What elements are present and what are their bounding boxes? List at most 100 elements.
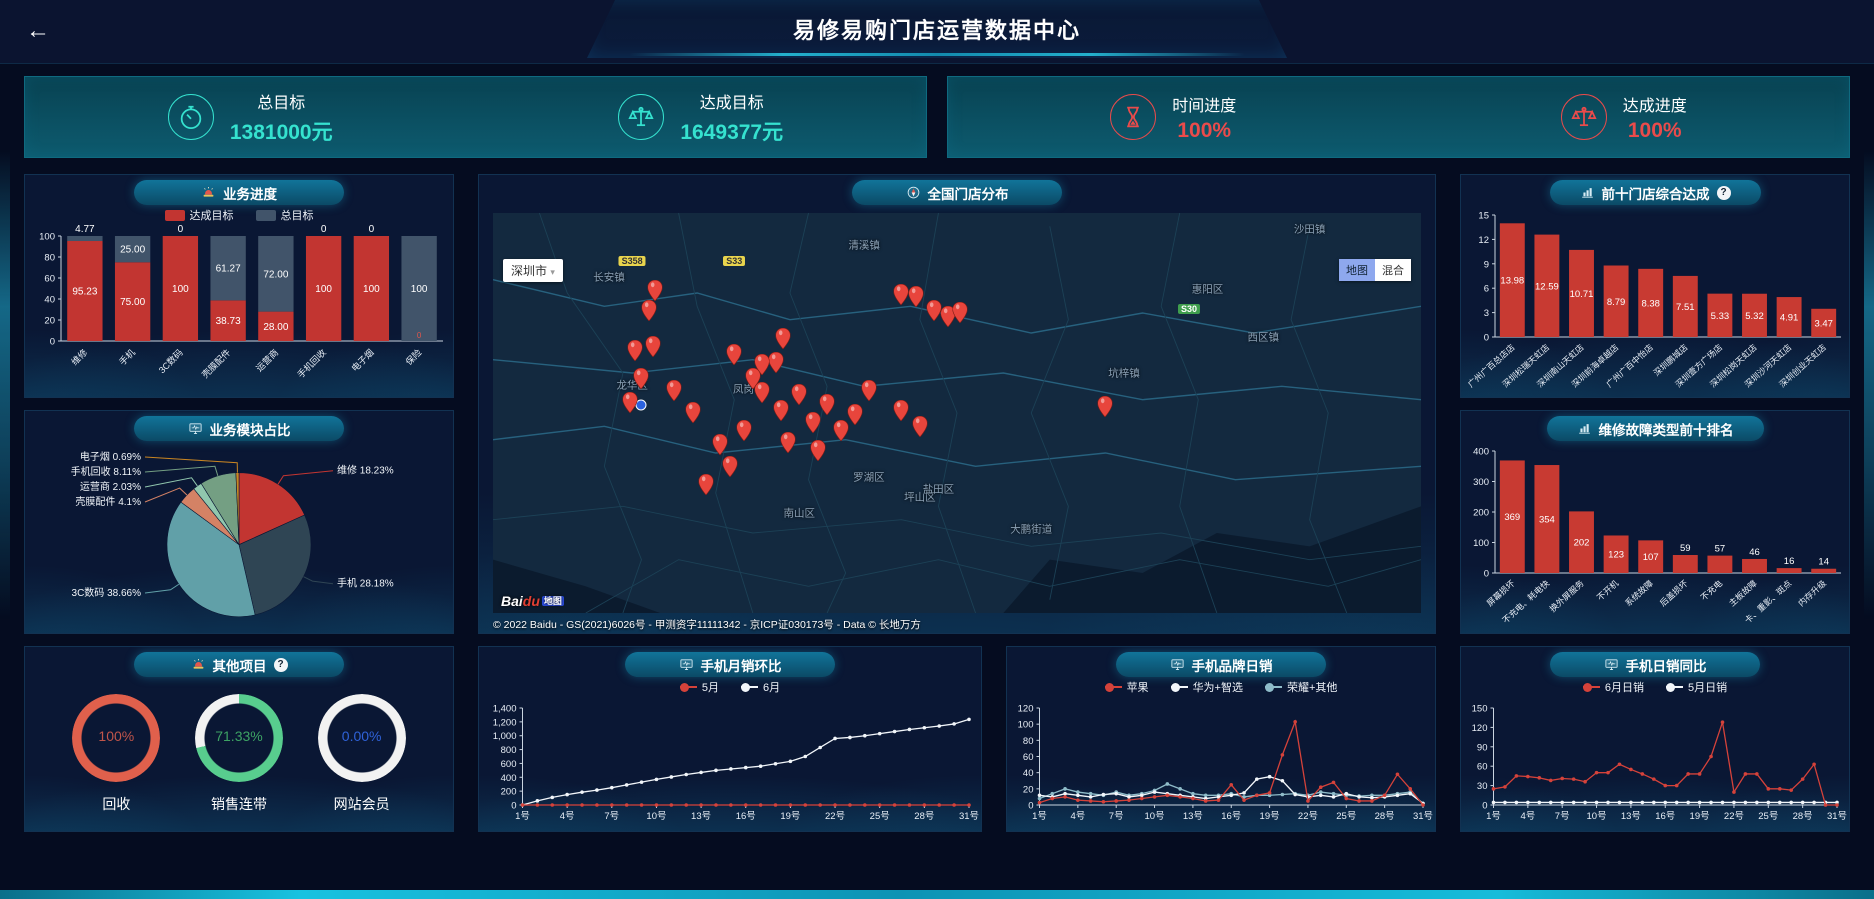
store-pin[interactable] — [641, 300, 656, 321]
legend-item[interactable]: 6月日销 — [1583, 679, 1644, 695]
store-pin[interactable] — [769, 352, 784, 373]
right-edge-glow — [1864, 150, 1874, 620]
legend-item[interactable]: 6月 — [741, 679, 780, 695]
svg-text:后盖损坏: 后盖损坏 — [1658, 578, 1690, 609]
store-pin[interactable] — [627, 340, 642, 361]
panel-title-text: 手机品牌日销 — [1192, 655, 1273, 675]
svg-text:22号: 22号 — [1298, 811, 1318, 822]
map-type-map-button[interactable]: 地图 — [1339, 259, 1375, 281]
svg-text:3C数码 38.66%: 3C数码 38.66% — [72, 586, 142, 599]
legend-item[interactable]: 达成目标 — [165, 207, 234, 223]
fault-types-chart: 0100200300400369屏幕损坏354不充电、耗电快202换外屏服务12… — [1461, 441, 1849, 633]
map-canvas[interactable]: 深圳市 ▾ 地图 混合 Baidu地图 长安镇清溪镇沙田镇惠阳区西区镇坑梓镇龙华… — [493, 213, 1421, 613]
store-pin[interactable] — [722, 456, 737, 477]
store-pin[interactable] — [952, 302, 967, 323]
svg-text:19号: 19号 — [1260, 811, 1280, 822]
svg-text:13.98: 13.98 — [1500, 276, 1524, 287]
svg-text:100: 100 — [1018, 720, 1034, 731]
monitor-icon — [1170, 657, 1185, 672]
legend-item[interactable]: 总目标 — [256, 207, 314, 223]
store-pin[interactable] — [847, 404, 862, 425]
siren-icon — [201, 185, 216, 200]
svg-text:0: 0 — [1482, 801, 1487, 812]
store-pin[interactable] — [755, 354, 770, 375]
svg-text:9: 9 — [1484, 259, 1489, 270]
panel-title-text: 手机日销同比 — [1626, 655, 1707, 675]
store-pin[interactable] — [773, 400, 788, 421]
map-city-selector[interactable]: 深圳市 ▾ — [503, 259, 563, 282]
store-pin[interactable] — [834, 420, 849, 441]
svg-text:5.32: 5.32 — [1745, 311, 1764, 322]
svg-text:0: 0 — [178, 224, 184, 235]
svg-text:202: 202 — [1574, 538, 1590, 549]
back-button[interactable]: ← — [26, 16, 50, 46]
panel-fault-types: 维修故障类型前十排名 0100200300400369屏幕损坏354不充电、耗电… — [1460, 410, 1850, 634]
brand-daily-chart: 0204060801001201号4号7号10号13号16号19号22号25号2… — [1007, 696, 1435, 831]
help-icon[interactable]: ? — [1717, 186, 1731, 200]
svg-text:1,000: 1,000 — [493, 731, 517, 742]
store-pin[interactable] — [894, 284, 909, 305]
panel-other-projects: 其他项目 ? 100% 回收 71.33% 销售连带 0.00% 网站会员 — [24, 646, 454, 832]
kpi-label: 达成目标 — [680, 89, 783, 113]
panel-title-text: 前十门店综合达成 — [1602, 183, 1710, 203]
help-icon[interactable]: ? — [274, 658, 288, 672]
svg-text:22号: 22号 — [825, 811, 845, 822]
store-pin[interactable] — [894, 400, 909, 421]
store-pin[interactable] — [645, 336, 660, 357]
legend-item[interactable]: 5月日销 — [1666, 679, 1727, 695]
store-pin[interactable] — [634, 368, 649, 389]
svg-text:4.91: 4.91 — [1780, 313, 1799, 324]
gauge-icon — [168, 94, 214, 140]
svg-text:22号: 22号 — [1724, 811, 1744, 822]
panel-business-progress: 业务进度 达成目标总目标 02040608010095.234.77维修75.0… — [24, 174, 454, 398]
svg-text:壳膜配件 4.1%: 壳膜配件 4.1% — [75, 495, 141, 508]
scale-icon — [1561, 94, 1607, 140]
panel-title: 业务模块占比 — [134, 416, 344, 441]
kpi-panel-targets: 总目标 1381000元 达成目标 1649377元 — [24, 76, 927, 158]
svg-text:20: 20 — [44, 316, 55, 327]
legend-item[interactable]: 华为+智选 — [1171, 679, 1243, 695]
store-pin[interactable] — [736, 420, 751, 441]
ring-label: 网站会员 — [318, 794, 406, 814]
store-pin[interactable] — [1098, 396, 1113, 417]
svg-text:25.00: 25.00 — [120, 245, 145, 256]
monitor-icon — [1604, 657, 1619, 672]
store-pin[interactable] — [861, 380, 876, 401]
legend-item[interactable]: 苹果 — [1105, 679, 1149, 695]
ring-label: 回收 — [72, 794, 160, 814]
store-pin[interactable] — [699, 474, 714, 495]
store-pin[interactable] — [926, 300, 941, 321]
store-pin[interactable] — [623, 392, 638, 413]
panel-daily-yoy: 手机日销同比 6月日销5月日销 03060901201501号4号7号10号13… — [1460, 646, 1850, 832]
store-pin[interactable] — [648, 280, 663, 301]
panel-monthly-mom: 手机月销环比 5月6月 02004006008001,0001,2001,400… — [478, 646, 982, 832]
store-pin[interactable] — [713, 434, 728, 455]
store-pin[interactable] — [792, 384, 807, 405]
store-pin[interactable] — [810, 440, 825, 461]
svg-text:0: 0 — [1028, 801, 1033, 812]
svg-text:16: 16 — [1784, 556, 1795, 567]
siren-icon — [191, 657, 206, 672]
store-pin[interactable] — [806, 412, 821, 433]
store-pin[interactable] — [775, 328, 790, 349]
ring-site-members: 0.00% 网站会员 — [318, 694, 406, 814]
store-pin[interactable] — [727, 344, 742, 365]
store-pin[interactable] — [912, 416, 927, 437]
panel-top10-stores: 前十门店综合达成 ? 0369121513.98广州广百总店店12.59深圳松瑞… — [1460, 174, 1850, 398]
store-pin[interactable] — [755, 382, 770, 403]
legend-item[interactable]: 荣耀+其他 — [1265, 679, 1337, 695]
store-pin[interactable] — [820, 394, 835, 415]
svg-text:3: 3 — [1484, 308, 1489, 319]
module-share-pie-chart: 维修 18.23%手机 28.18%电子烟 0.69%手机回收 8.11%运营商… — [25, 441, 453, 633]
svg-text:13号: 13号 — [691, 811, 711, 822]
store-pin[interactable] — [685, 402, 700, 423]
page-title-box: 易修易购门店运营数据中心 — [587, 0, 1287, 58]
kpi-card-time-progress: 时间进度 100% — [948, 77, 1399, 157]
store-pin[interactable] — [666, 380, 681, 401]
store-pin[interactable] — [781, 432, 796, 453]
svg-text:1号: 1号 — [515, 811, 530, 822]
map-type-mixed-button[interactable]: 混合 — [1375, 259, 1411, 281]
legend-item[interactable]: 5月 — [680, 679, 719, 695]
store-pin[interactable] — [909, 286, 924, 307]
kpi-card-total-target: 总目标 1381000元 — [25, 77, 476, 157]
